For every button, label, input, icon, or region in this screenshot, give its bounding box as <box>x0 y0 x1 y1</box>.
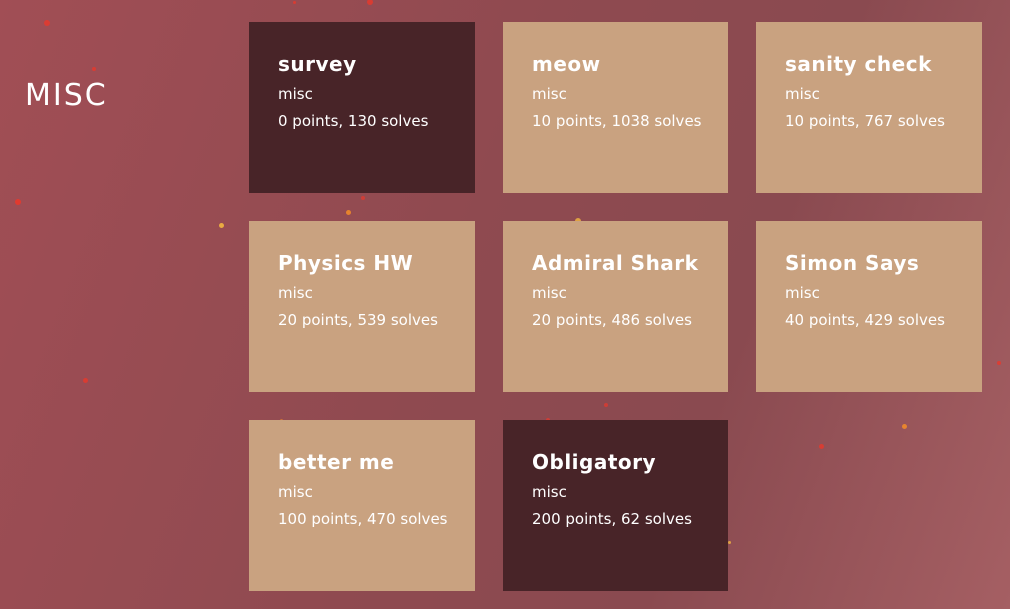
challenge-card-simon-says[interactable]: Simon Says misc 40 points, 429 solves <box>756 221 982 392</box>
challenge-title: Obligatory <box>532 450 657 474</box>
particle-dot <box>367 0 373 5</box>
challenge-category: misc <box>785 284 820 302</box>
particle-dot <box>44 20 50 26</box>
challenge-stats: 20 points, 486 solves <box>532 311 692 329</box>
challenge-card-obligatory[interactable]: Obligatory misc 200 points, 62 solves <box>503 420 728 591</box>
challenge-category: misc <box>278 284 313 302</box>
particle-dot <box>92 67 96 71</box>
challenge-stats: 100 points, 470 solves <box>278 510 448 528</box>
challenge-title: sanity check <box>785 52 932 76</box>
challenge-grid: survey misc 0 points, 130 solves meow mi… <box>249 22 982 591</box>
challenge-title: meow <box>532 52 601 76</box>
challenge-category: misc <box>785 85 820 103</box>
challenge-card-admiral-shark[interactable]: Admiral Shark misc 20 points, 486 solves <box>503 221 728 392</box>
challenge-category: misc <box>532 85 567 103</box>
challenge-title: Admiral Shark <box>532 251 699 275</box>
challenge-card-meow[interactable]: meow misc 10 points, 1038 solves <box>503 22 728 193</box>
challenge-category: misc <box>532 284 567 302</box>
challenge-title: Physics HW <box>278 251 414 275</box>
challenge-stats: 200 points, 62 solves <box>532 510 692 528</box>
challenge-category: misc <box>278 483 313 501</box>
challenge-stats: 10 points, 767 solves <box>785 112 945 130</box>
particle-dot <box>82 377 88 383</box>
challenge-title: survey <box>278 52 357 76</box>
challenge-card-sanity-check[interactable]: sanity check misc 10 points, 767 solves <box>756 22 982 193</box>
challenge-card-survey[interactable]: survey misc 0 points, 130 solves <box>249 22 475 193</box>
challenge-card-physics-hw[interactable]: Physics HW misc 20 points, 539 solves <box>249 221 475 392</box>
challenge-title: better me <box>278 450 395 474</box>
challenge-category: misc <box>532 483 567 501</box>
challenge-stats: 40 points, 429 solves <box>785 311 945 329</box>
challenge-stats: 20 points, 539 solves <box>278 311 438 329</box>
particle-dot <box>292 0 296 4</box>
particle-dot <box>15 199 21 205</box>
challenge-title: Simon Says <box>785 251 920 275</box>
challenge-card-better-me[interactable]: better me misc 100 points, 470 solves <box>249 420 475 591</box>
challenge-stats: 10 points, 1038 solves <box>532 112 702 130</box>
particle-dot <box>997 361 1001 365</box>
category-title: MISC <box>25 78 108 113</box>
particle-dot <box>218 222 224 228</box>
challenge-stats: 0 points, 130 solves <box>278 112 429 130</box>
challenge-category: misc <box>278 85 313 103</box>
